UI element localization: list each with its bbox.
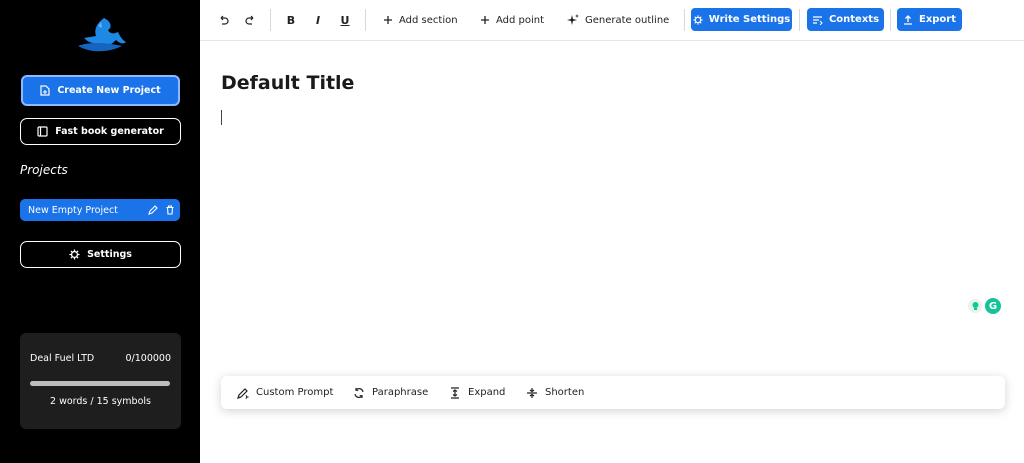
sidebar: Create New Project Fast book generator P… [0, 0, 200, 463]
bold-label: B [286, 13, 296, 27]
contexts-label: Contexts [828, 14, 880, 25]
write-settings-label: Write Settings [708, 14, 791, 25]
grammarly-icon[interactable]: G [985, 298, 1001, 314]
expand-vertical-icon [451, 386, 459, 399]
toolbar-divider [365, 9, 366, 31]
undo-icon [220, 15, 229, 25]
underline-button[interactable]: U [338, 0, 352, 40]
text-cursor[interactable] [221, 110, 222, 125]
undo-button[interactable] [218, 0, 229, 40]
word-count: 2 words / 15 symbols [50, 396, 151, 407]
sparkles-icon [567, 14, 579, 25]
toolbar-divider [270, 9, 271, 31]
toolbar-divider [684, 9, 685, 31]
book-icon [37, 126, 48, 137]
redo-button[interactable] [245, 0, 256, 40]
usage-count: 0/100000 [125, 353, 171, 364]
plus-icon [481, 16, 489, 24]
compress-vertical-icon [527, 387, 537, 398]
text-lines-icon [812, 15, 823, 25]
trash-icon[interactable] [163, 203, 177, 217]
redo-icon [245, 15, 254, 25]
add-section-button[interactable]: Add section [383, 0, 458, 40]
add-section-label: Add section [399, 14, 458, 26]
italic-button[interactable]: I [311, 0, 325, 40]
grammarly-widget[interactable]: G [968, 297, 1004, 315]
upload-icon [903, 14, 912, 25]
expand-label: Expand [468, 387, 506, 398]
fast-book-generator-button[interactable]: Fast book generator [20, 118, 181, 145]
organization-name: Deal Fuel LTD [30, 353, 95, 364]
contexts-button[interactable]: Contexts [807, 8, 884, 31]
custom-prompt-label: Custom Prompt [256, 387, 334, 398]
generate-outline-label: Generate outline [585, 14, 670, 26]
add-point-button[interactable]: Add point [480, 0, 544, 40]
wizard-hat-logo-icon[interactable] [74, 16, 126, 56]
lightbulb-icon[interactable] [968, 299, 982, 313]
project-item[interactable]: New Empty Project [20, 199, 180, 221]
editor-toolbar: B I U Add section Add point Generate out… [200, 0, 1024, 41]
toolbar-divider [890, 9, 891, 31]
refresh-icon [354, 387, 364, 398]
export-label: Export [918, 14, 957, 25]
paraphrase-label: Paraphrase [372, 387, 429, 398]
document-title[interactable]: Default Title [221, 72, 354, 94]
create-new-project-button[interactable]: Create New Project [21, 75, 180, 106]
usage-stats-card: Deal Fuel LTD 0/100000 2 words / 15 symb… [20, 333, 181, 429]
toolbar-divider [799, 9, 800, 31]
generate-outline-button[interactable]: Generate outline [567, 0, 669, 40]
bold-button[interactable]: B [284, 0, 298, 40]
fast-book-generator-label: Fast book generator [55, 126, 164, 137]
custom-prompt-button[interactable]: Custom Prompt [237, 376, 333, 409]
new-file-icon [40, 85, 50, 96]
pen-sparkle-icon [237, 387, 249, 399]
create-new-project-label: Create New Project [57, 85, 161, 96]
settings-button[interactable]: Settings [20, 241, 181, 268]
settings-label: Settings [87, 249, 132, 260]
ai-action-bar: Custom Prompt Paraphrase Expand Shorten [221, 376, 1005, 409]
underline-label: U [340, 13, 350, 27]
projects-heading: Projects [20, 163, 68, 177]
add-point-label: Add point [496, 14, 545, 26]
expand-button[interactable]: Expand [449, 376, 505, 409]
gear-icon [693, 14, 703, 25]
italic-label: I [315, 13, 321, 27]
usage-progress-bar [30, 381, 170, 386]
paraphrase-button[interactable]: Paraphrase [353, 376, 428, 409]
export-button[interactable]: Export [897, 8, 962, 31]
gear-icon [69, 249, 80, 260]
shorten-label: Shorten [545, 387, 585, 398]
write-settings-button[interactable]: Write Settings [691, 8, 792, 31]
plus-icon [384, 16, 392, 24]
shorten-button[interactable]: Shorten [526, 376, 584, 409]
edit-pencil-icon[interactable] [146, 203, 160, 217]
project-item-label: New Empty Project [28, 204, 118, 216]
